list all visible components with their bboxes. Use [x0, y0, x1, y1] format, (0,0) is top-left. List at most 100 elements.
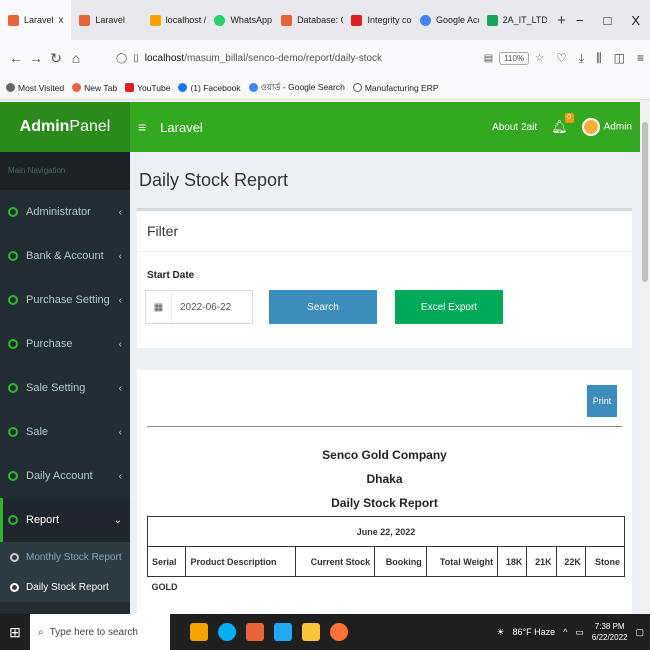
browser-tab[interactable]: 2A_IT_LTD_TASK [479, 0, 548, 40]
print-button[interactable]: Print [587, 385, 617, 417]
network-icon[interactable]: ▭ [575, 627, 584, 638]
circle-icon [8, 515, 18, 525]
xampp-icon[interactable] [190, 623, 208, 641]
download-icon[interactable]: ⤓ [579, 51, 584, 66]
maximize-button[interactable]: □ [603, 13, 611, 28]
column-header: Stone [584, 546, 626, 577]
page-scrollbar[interactable] [640, 100, 650, 614]
close-tab-icon[interactable]: x [59, 15, 64, 26]
report-box: Print Senco Gold Company Dhaka Daily Sto… [137, 370, 632, 614]
youtube-icon [125, 83, 135, 92]
clock-time: 7:38 PM [594, 622, 625, 631]
forward-arrow-icon[interactable]: → [26, 50, 46, 66]
scrollbar-thumb[interactable] [642, 122, 648, 282]
taskbar-search[interactable]: ⌕ Type here to search [30, 614, 170, 650]
skype-icon[interactable] [218, 623, 236, 641]
home-icon[interactable]: ⌂ [66, 50, 86, 66]
logo-bold: Admin [19, 118, 70, 135]
system-tray: ☀ 86°F Haze ^ ▭ 7:38 PM 6/22/2022 ▢ [496, 621, 650, 643]
firefox-icon [72, 83, 82, 92]
sidebar-item-report[interactable]: Report ⌄ [0, 498, 130, 542]
sidebar-item-sale-setting[interactable]: Sale Setting ‹ [0, 366, 130, 410]
zoom-level[interactable]: 110% [499, 51, 530, 65]
bookmarks-bar: Most Visited New Tab YouTube (1) Faceboo… [0, 76, 650, 100]
sidebar-item-purchase[interactable]: Purchase ‹ [0, 322, 130, 366]
start-date-field[interactable]: ▦ [145, 290, 253, 324]
bookmark-google-search[interactable]: ওয়ার্ড - Google Search [248, 81, 345, 95]
sidebar-item-monthly-stock-report[interactable]: Monthly Stock Report [0, 542, 130, 572]
browser-tab[interactable]: Google Account [412, 0, 479, 40]
browser-tab[interactable]: Laravel x [0, 0, 72, 40]
gear-icon [6, 83, 15, 92]
file-explorer-icon[interactable] [302, 623, 320, 641]
table-header-row: Serial Product Description Current Stock… [146, 546, 626, 577]
tab-label: 2A_IT_LTD_TASK [502, 15, 548, 25]
user-menu[interactable]: Admin [581, 118, 632, 136]
windows-taskbar: ⊞ ⌕ Type here to search ☀ 86°F Haze ^ ▭ … [0, 614, 650, 650]
sidebar-item-sale[interactable]: Sale ‹ [0, 410, 130, 454]
bookmark-label: Manufacturing ERP [364, 82, 439, 93]
start-date-input[interactable] [172, 301, 252, 313]
sidebar-item-administrator[interactable]: Administrator ‹ [0, 190, 130, 234]
sidebar-item-bank-account[interactable]: Bank & Account ‹ [0, 234, 130, 278]
report-date-row: June 22, 2022 [147, 516, 625, 547]
sidebar-item-daily-stock-report[interactable]: Daily Stock Report [0, 572, 130, 602]
minimize-button[interactable]: − [576, 13, 584, 28]
circle-icon [8, 339, 18, 349]
pocket-icon[interactable]: ♡ [556, 51, 567, 66]
weather-text[interactable]: 86°F Haze [513, 627, 556, 637]
notification-bell-icon[interactable]: 🔔︎ 0 [551, 113, 574, 135]
reader-icon[interactable]: ▤ [484, 53, 493, 64]
laravel-icon [281, 14, 293, 26]
new-tab-button[interactable]: + [547, 12, 576, 29]
browser-tab[interactable]: localhost / 127.0 [142, 0, 206, 40]
sidebar-item-purchase-setting[interactable]: Purchase Setting ‹ [0, 278, 130, 322]
back-arrow-icon[interactable]: ← [6, 50, 26, 66]
column-header: Current Stock [295, 546, 376, 577]
bookmark-new-tab[interactable]: New Tab [72, 83, 117, 93]
vscode-icon[interactable] [274, 623, 292, 641]
url-bar[interactable]: ◯ ▯ localhost/masum_billal/senco-demo/re… [116, 45, 544, 71]
browser-tab[interactable]: WhatsApp [206, 0, 273, 40]
laravel-icon[interactable] [246, 623, 264, 641]
shield-icon: ◯ [116, 52, 128, 64]
tab-label: Database: Query [297, 15, 343, 25]
taskbar-clock[interactable]: 7:38 PM 6/22/2022 [592, 621, 628, 643]
column-header: 18K [497, 546, 528, 577]
notification-center-icon[interactable]: ▢ [635, 627, 644, 638]
browser-tab[interactable]: Laravel [71, 0, 141, 40]
sidebar-item-label: Daily Stock Report [26, 581, 109, 593]
menu-icon[interactable]: ≡ [637, 51, 644, 66]
bookmark-facebook[interactable]: (1) Facebook [178, 83, 241, 93]
bookmark-most-visited[interactable]: Most Visited [6, 83, 64, 93]
library-icon[interactable]: ⫼ [596, 51, 602, 66]
sidebar-icon[interactable]: ◫ [614, 51, 625, 66]
reload-icon[interactable]: ↻ [46, 50, 66, 67]
divider [147, 426, 622, 427]
close-window-button[interactable]: X [631, 13, 640, 28]
category-label: GOLD [151, 581, 178, 592]
chevron-up-icon[interactable]: ^ [563, 627, 567, 637]
bookmark-youtube[interactable]: YouTube [125, 83, 170, 93]
excel-export-button[interactable]: Excel Export [395, 290, 503, 324]
url-path: /masum_billal/senco-demo/report/daily-st… [184, 52, 383, 64]
browser-tab[interactable]: Database: Query [273, 0, 343, 40]
firefox-icon[interactable] [330, 623, 348, 641]
user-name: Admin [603, 121, 632, 133]
notification-badge: 0 [564, 113, 574, 123]
search-button[interactable]: Search [269, 290, 377, 324]
bookmark-star-icon[interactable]: ☆ [535, 53, 544, 64]
bookmark-label: New Tab [84, 82, 118, 93]
app-logo[interactable]: Admin Panel [0, 102, 130, 152]
bookmark-label: YouTube [137, 82, 171, 93]
bookmark-label: Most Visited [18, 82, 65, 93]
browser-tab[interactable]: Integrity constrai [343, 0, 412, 40]
hamburger-menu-icon[interactable]: ≡ [138, 119, 146, 135]
company-name: Senco Gold Company [322, 448, 447, 462]
sidebar-item-daily-account[interactable]: Daily Account ‹ [0, 454, 130, 498]
windows-start-icon[interactable]: ⊞ [0, 624, 30, 641]
window-controls: − □ X [576, 13, 650, 28]
bookmark-label: ওয়ার্ড - Google Search [260, 81, 345, 92]
about-link[interactable]: About 2ait [492, 122, 537, 133]
bookmark-manufacturing-erp[interactable]: Manufacturing ERP [352, 82, 439, 93]
